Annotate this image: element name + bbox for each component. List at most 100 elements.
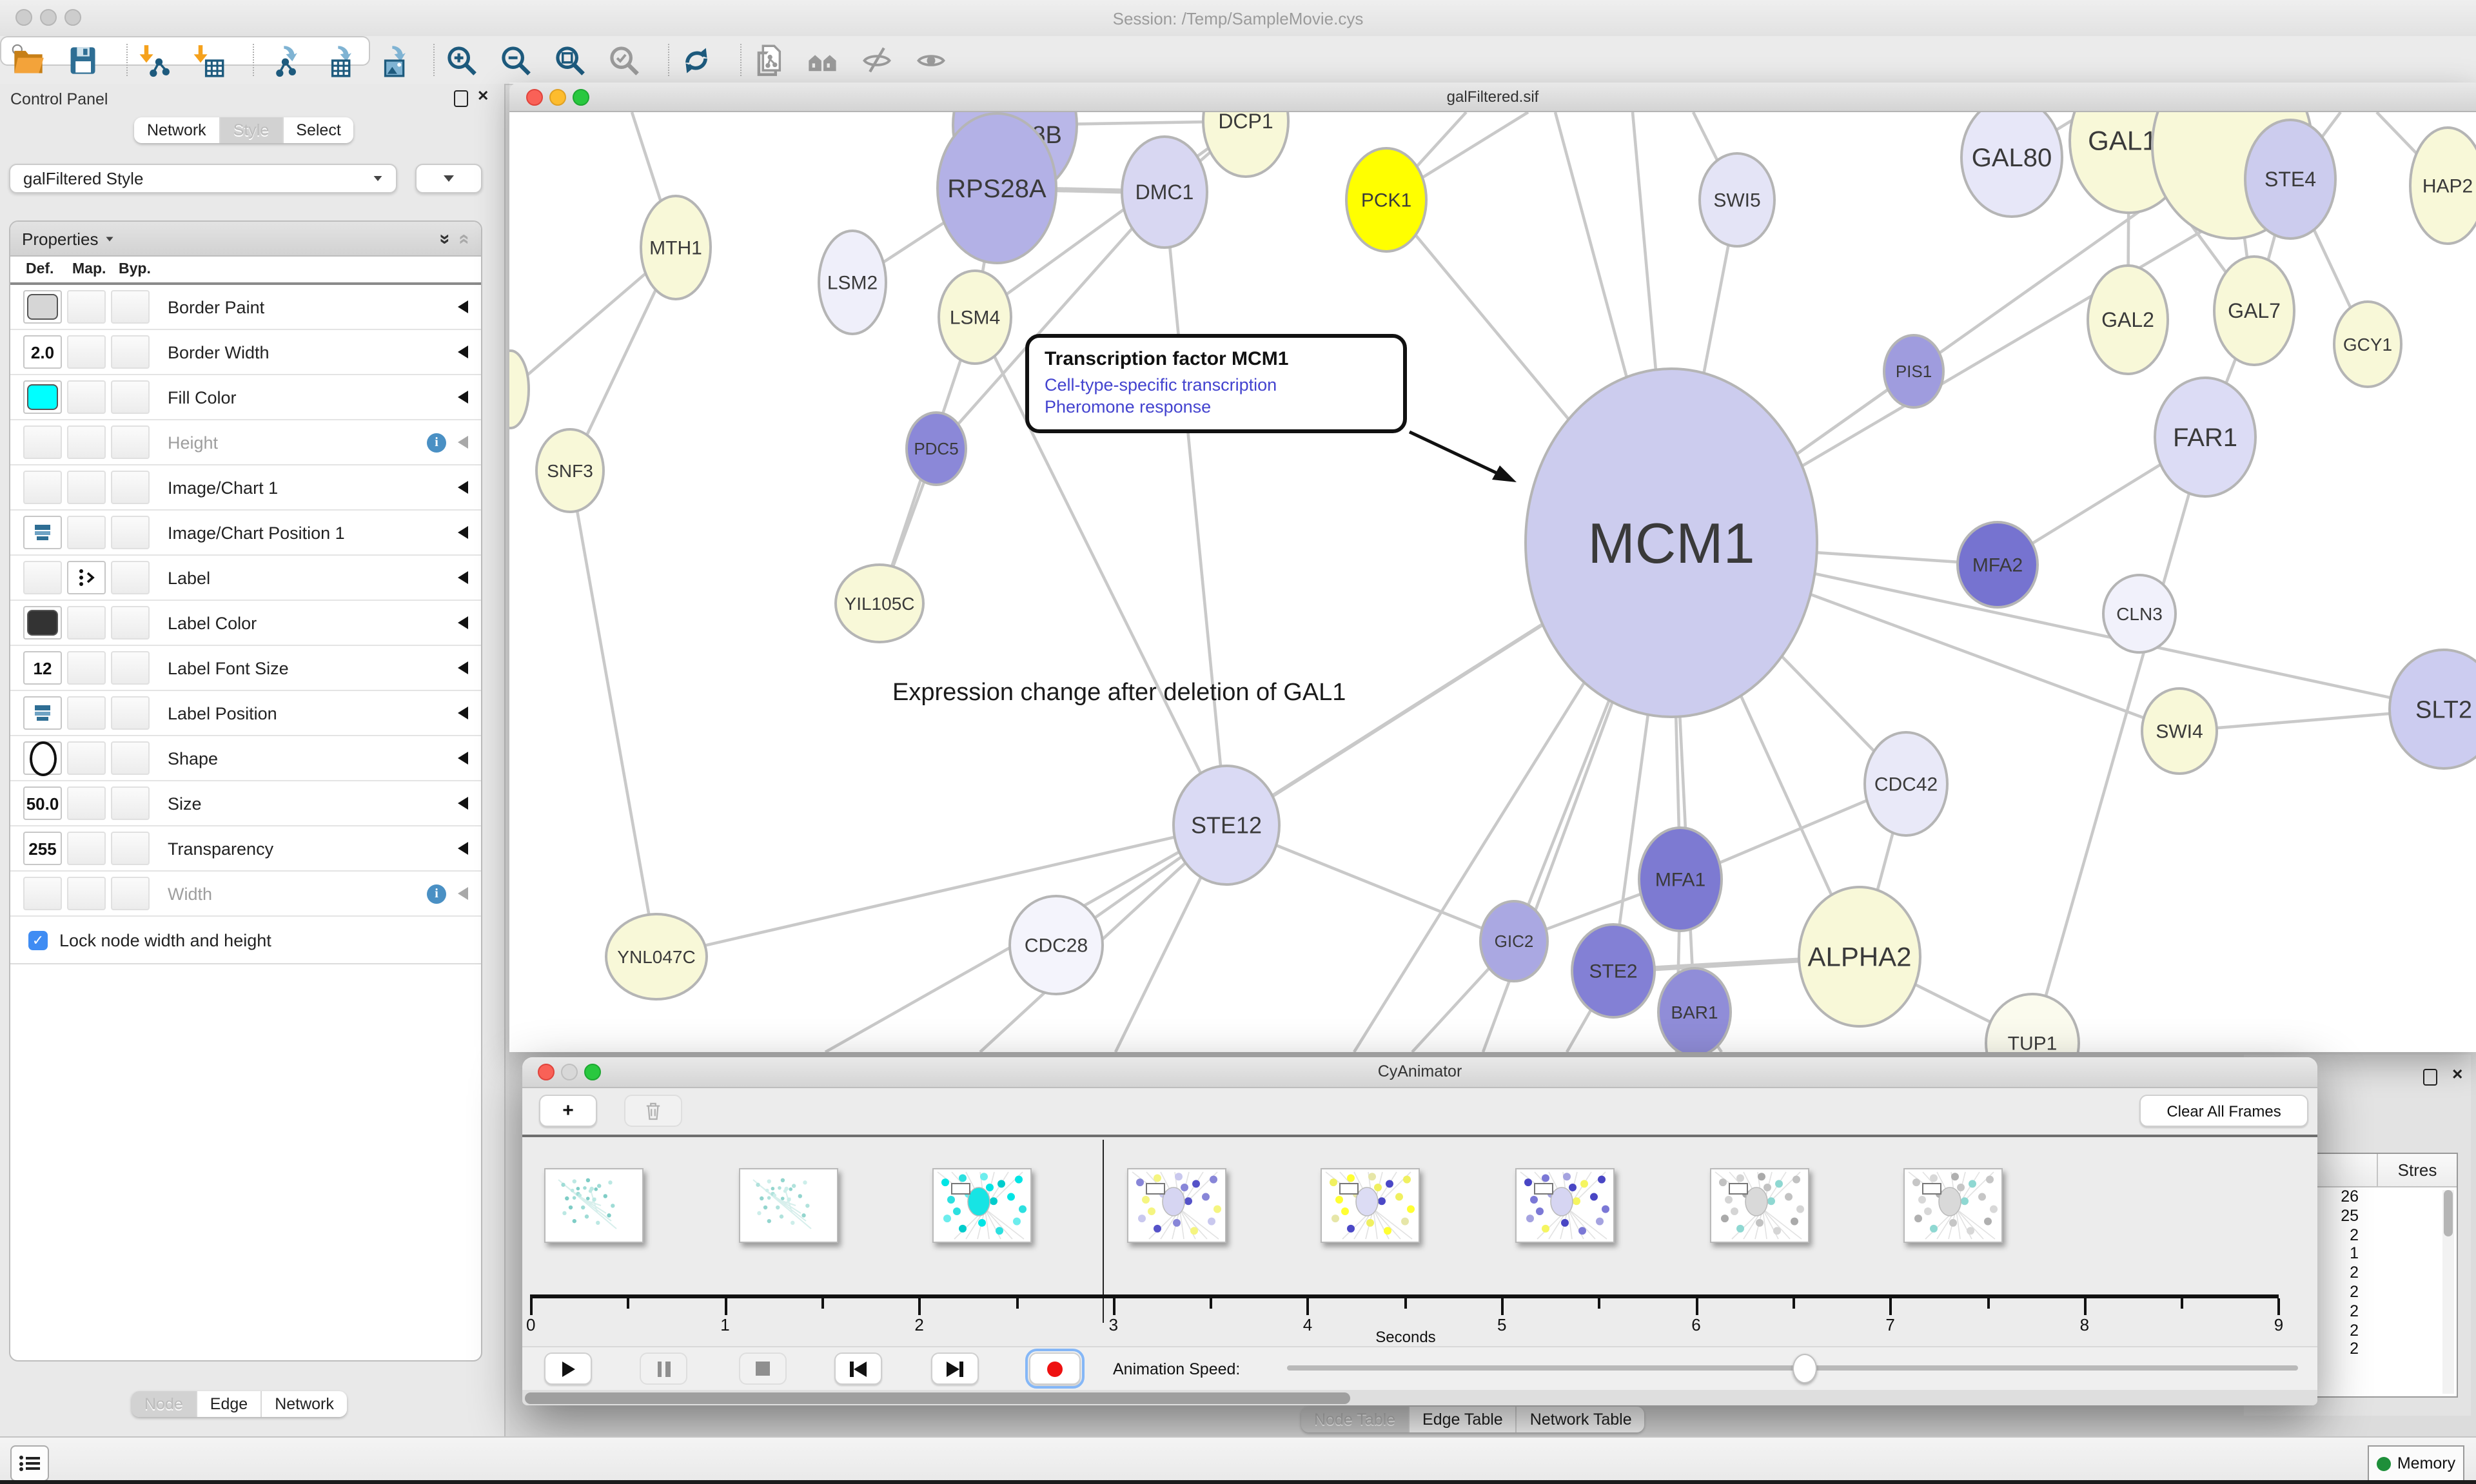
node-dmc1[interactable]: DMC1	[1122, 137, 1207, 248]
next-frame-button[interactable]	[931, 1352, 979, 1385]
node-ynl047c[interactable]: YNL047C	[606, 914, 707, 999]
node-cln3[interactable]: CLN3	[2103, 575, 2176, 652]
lock-node-size-checkbox[interactable]: ✓	[28, 930, 48, 950]
property-row-size[interactable]: 50.0Size	[10, 781, 481, 826]
style-selector-dropdown[interactable]: galFiltered Style	[9, 164, 397, 193]
node-hap2[interactable]: HAP2	[2410, 128, 2476, 244]
node-pck1[interactable]: PCK1	[1346, 148, 1426, 251]
save-session-icon[interactable]	[64, 43, 99, 77]
property-row-image-chart-position-1[interactable]: Image/Chart Position 1	[10, 511, 481, 556]
close-panel-icon[interactable]: ✕	[477, 90, 489, 104]
node-dcp1[interactable]: DCP1	[1203, 112, 1288, 177]
tab-node-table[interactable]: Node Table	[1301, 1407, 1410, 1432]
property-row-label-color[interactable]: Label Color	[10, 601, 481, 646]
close-panel-icon[interactable]: ✕	[2451, 1069, 2463, 1083]
frame-thumbnail-3[interactable]	[1127, 1168, 1226, 1243]
annotation-link[interactable]: Cell-type-specific transcription	[1045, 375, 1388, 395]
node-cdc42[interactable]: CDC42	[1865, 732, 1947, 835]
style-options-button[interactable]	[415, 164, 482, 193]
node-swi4[interactable]: SWI4	[2142, 688, 2217, 774]
export-table-icon[interactable]	[317, 43, 352, 77]
edge[interactable]	[656, 825, 1226, 957]
node-cdc28[interactable]: CDC28	[1010, 896, 1103, 994]
frame-thumbnail-6[interactable]	[1709, 1168, 1809, 1243]
node-swi5[interactable]: SWI5	[1700, 153, 1774, 246]
node-alpha2[interactable]: ALPHA2	[1799, 887, 1920, 1026]
node-mcm1[interactable]: MCM1	[1526, 369, 1817, 717]
zoom-in-icon[interactable]	[444, 43, 478, 77]
node-bar1[interactable]: BAR1	[1658, 968, 1731, 1052]
edge[interactable]	[1164, 192, 1226, 825]
show-details-icon[interactable]	[913, 43, 948, 77]
tab-network[interactable]: Network	[134, 117, 221, 143]
clear-all-frames-button[interactable]: Clear All Frames	[2139, 1095, 2308, 1127]
tab-edge[interactable]: Edge	[197, 1391, 262, 1417]
node-tup1[interactable]: TUP1	[1986, 994, 2079, 1052]
tab-edge-table[interactable]: Edge Table	[1410, 1407, 1517, 1432]
memory-button[interactable]: Memory	[2368, 1445, 2464, 1481]
property-row-label-position[interactable]: Label Position	[10, 691, 481, 736]
zoom-out-icon[interactable]	[498, 43, 533, 77]
node-snf3[interactable]: SNF3	[536, 429, 604, 512]
expand-property-icon[interactable]	[458, 300, 468, 313]
pause-button[interactable]	[640, 1352, 687, 1385]
info-icon[interactable]: i	[427, 884, 446, 903]
animation-speed-knob[interactable]	[1793, 1354, 1817, 1383]
network-canvas[interactable]: RPS28BRPS28ADCP1DMC1PCK1MTH1LSM2LSM4SNF3…	[509, 112, 2476, 1052]
zoom-fit-icon[interactable]	[552, 43, 587, 77]
frame-thumbnail-2[interactable]	[932, 1168, 1032, 1243]
tab-node[interactable]: Node	[132, 1391, 197, 1417]
node-gal2[interactable]: GAL2	[2088, 266, 2168, 374]
timeline-scrollbar[interactable]	[522, 1390, 2317, 1405]
expand-property-icon[interactable]	[458, 346, 468, 358]
tab-select[interactable]: Select	[283, 117, 354, 143]
delete-frame-button[interactable]	[624, 1095, 682, 1127]
expand-property-icon[interactable]	[458, 707, 468, 719]
node-gal80[interactable]: GAL80	[1961, 112, 2062, 217]
expand-property-icon[interactable]	[458, 571, 468, 584]
expand-property-icon[interactable]	[458, 436, 468, 449]
node-edge-node[interactable]	[509, 351, 529, 428]
property-row-height[interactable]: Heighti	[10, 420, 481, 465]
record-button[interactable]	[1029, 1352, 1081, 1385]
frame-thumbnail-5[interactable]	[1515, 1168, 1615, 1243]
node-mfa1[interactable]: MFA1	[1639, 828, 1722, 931]
node-ste4[interactable]: STE4	[2245, 120, 2335, 239]
expand-property-icon[interactable]	[458, 797, 468, 810]
node-rps28a[interactable]: RPS28A	[938, 113, 1056, 263]
expand-property-icon[interactable]	[458, 616, 468, 629]
node-ste12[interactable]: STE12	[1174, 766, 1279, 884]
play-button[interactable]	[544, 1352, 592, 1385]
node-slt2[interactable]: SLT2	[2390, 650, 2476, 768]
network-document-icon[interactable]	[751, 43, 785, 77]
collapse-all-icon[interactable]: «	[453, 233, 475, 244]
property-row-border-paint[interactable]: Border Paint	[10, 285, 481, 330]
property-row-transparency[interactable]: 255Transparency	[10, 826, 481, 872]
node-pis1[interactable]: PIS1	[1884, 335, 1943, 407]
node-lsm4[interactable]: LSM4	[939, 271, 1011, 364]
info-icon[interactable]: i	[427, 433, 446, 452]
node-mth1[interactable]: MTH1	[641, 196, 711, 299]
tab-network-table[interactable]: Network Table	[1517, 1407, 1645, 1432]
property-row-image-chart-1[interactable]: Image/Chart 1	[10, 465, 481, 511]
table-scrollbar[interactable]	[2442, 1190, 2454, 1394]
node-gic2[interactable]: GIC2	[1480, 901, 1548, 981]
open-session-icon[interactable]	[10, 43, 45, 77]
previous-frame-button[interactable]	[834, 1352, 882, 1385]
property-row-label-font-size[interactable]: 12Label Font Size	[10, 646, 481, 691]
frame-thumbnail-7[interactable]	[1903, 1168, 2003, 1243]
panel-list-button[interactable]	[10, 1445, 49, 1481]
annotation-callout[interactable]: Transcription factor MCM1 Cell-type-spec…	[1025, 334, 1407, 433]
gene-houses-icon[interactable]	[805, 43, 840, 77]
frame-thumbnail-0[interactable]	[544, 1168, 644, 1243]
node-pdc5[interactable]: PDC5	[907, 413, 966, 485]
annotation-link[interactable]: Pheromone response	[1045, 397, 1388, 416]
properties-header[interactable]: Properties » «	[10, 222, 481, 257]
tab-style[interactable]: Style	[221, 117, 284, 143]
node-lsm2[interactable]: LSM2	[819, 231, 886, 334]
apply-layout-icon[interactable]	[678, 43, 713, 77]
expand-property-icon[interactable]	[458, 391, 468, 404]
hide-details-icon[interactable]	[859, 43, 894, 77]
node-gal7[interactable]: GAL7	[2214, 257, 2294, 365]
float-panel-icon[interactable]	[2423, 1069, 2437, 1086]
